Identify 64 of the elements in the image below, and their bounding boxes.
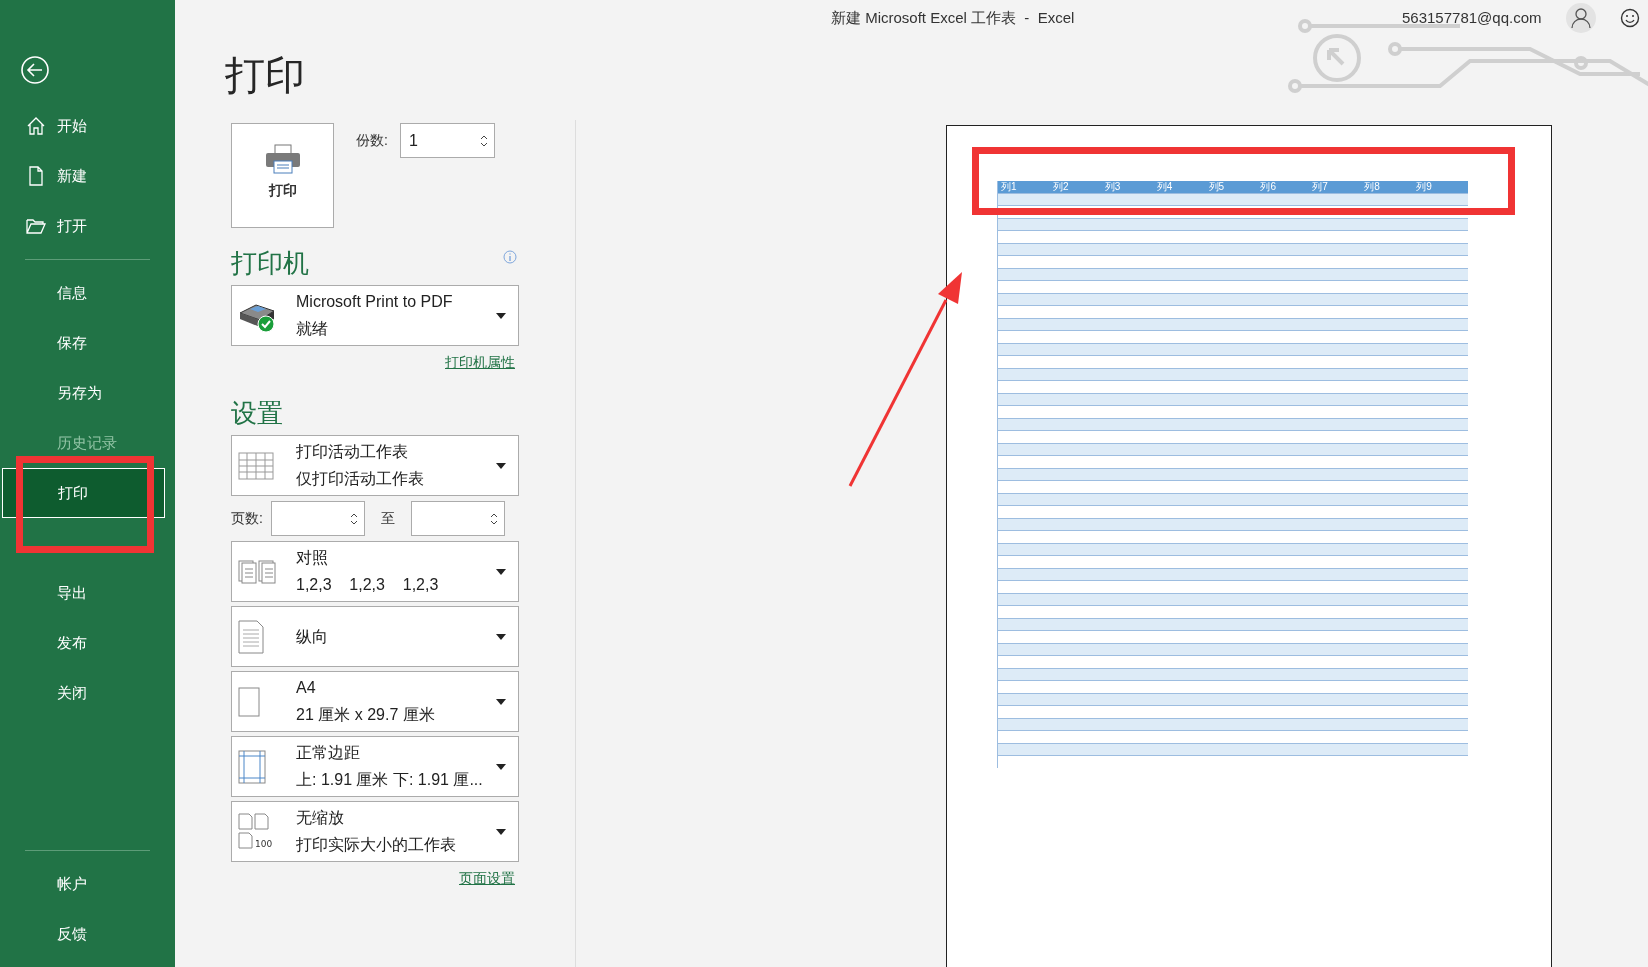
smiley-icon[interactable] xyxy=(1620,8,1640,28)
user-icon[interactable] xyxy=(1566,3,1596,33)
caret-icon xyxy=(496,828,506,835)
window-title: 新建 Microsoft Excel 工作表 - Excel xyxy=(831,9,1075,28)
section-heading: 设置 xyxy=(231,397,283,430)
caret-icon xyxy=(496,312,506,319)
margins-icon xyxy=(238,749,266,784)
copies-field[interactable]: 1 xyxy=(399,123,495,158)
copies-label: 份数: xyxy=(356,131,388,150)
page-title: 打印 xyxy=(225,52,306,99)
setting-dropdown[interactable]: 对照 1,2,3 1,2,3 1,2,3 xyxy=(231,541,519,602)
nav-item[interactable]: 另存为 xyxy=(2,368,165,418)
paper-icon xyxy=(238,686,260,717)
nav-item[interactable]: 发布 xyxy=(2,618,165,668)
printer-properties-link[interactable]: 打印机属性 xyxy=(445,354,515,372)
nav-item[interactable]: 信息 xyxy=(2,268,165,318)
printer-icon xyxy=(264,143,301,174)
nav-item[interactable]: 帐户 xyxy=(2,859,165,909)
spinner-icon[interactable] xyxy=(479,133,488,148)
caret-icon xyxy=(496,633,506,640)
to-label: 至 xyxy=(380,509,395,528)
caret-icon xyxy=(496,698,506,705)
nav-item[interactable]: 打开 xyxy=(2,201,165,251)
pages-label: 页数: xyxy=(231,509,263,528)
nav-item[interactable]: 导出 xyxy=(2,568,165,618)
folder-icon xyxy=(26,216,46,236)
page-to-field[interactable] xyxy=(410,501,505,536)
caret-icon xyxy=(496,568,506,575)
printer-dropdown[interactable]: Microsoft Print to PDF 就绪 xyxy=(231,285,519,346)
column-header: 列1 xyxy=(1001,181,1018,193)
nav-item[interactable]: 关闭 xyxy=(2,668,165,718)
nav-item[interactable]: 保存 xyxy=(2,318,165,368)
home-icon xyxy=(26,116,46,136)
column-header: 列3 xyxy=(1104,181,1122,193)
setting-dropdown[interactable]: 纵向 xyxy=(231,606,519,667)
column-header: 列5 xyxy=(1208,181,1226,193)
nav-item[interactable]: 反馈 xyxy=(2,909,165,959)
grid-icon xyxy=(238,451,274,480)
column-header: 列8 xyxy=(1364,181,1381,193)
column-header: 列6 xyxy=(1260,181,1277,193)
caret-icon xyxy=(496,763,506,770)
account-email[interactable]: 563157781@qq.com xyxy=(1402,9,1542,26)
column-header: 列9 xyxy=(1416,181,1433,193)
setting-dropdown[interactable]: 100 无缩放 打印实际大小的工作表 xyxy=(231,801,519,862)
setting-dropdown[interactable]: A4 21 厘米 x 29.7 厘米 xyxy=(231,671,519,732)
nav-item[interactable]: 打印 xyxy=(2,468,165,518)
document-icon xyxy=(26,166,46,186)
setting-dropdown[interactable]: 正常边距 上: 1.91 厘米 下: 1.91 厘... xyxy=(231,736,519,797)
setting-dropdown[interactable]: 打印活动工作表 仅打印活动工作表 xyxy=(231,435,519,496)
collate-icon xyxy=(238,559,276,584)
back-icon[interactable] xyxy=(20,55,50,85)
spinner-icon[interactable] xyxy=(489,511,498,526)
column-header: 列4 xyxy=(1156,181,1174,193)
page-setup-link[interactable]: 页面设置 xyxy=(459,870,515,888)
column-header: 列7 xyxy=(1312,181,1329,193)
column-header: 列2 xyxy=(1052,181,1070,193)
nav-item[interactable]: 新建 xyxy=(2,151,165,201)
page-icon xyxy=(238,619,264,654)
print-button[interactable]: 打印 xyxy=(231,123,334,228)
page-from-field[interactable] xyxy=(270,501,365,536)
nav-item[interactable]: 开始 xyxy=(2,101,165,151)
caret-icon xyxy=(496,462,506,469)
spinner-icon[interactable] xyxy=(349,511,358,526)
section-heading: 打印机 xyxy=(231,247,309,280)
